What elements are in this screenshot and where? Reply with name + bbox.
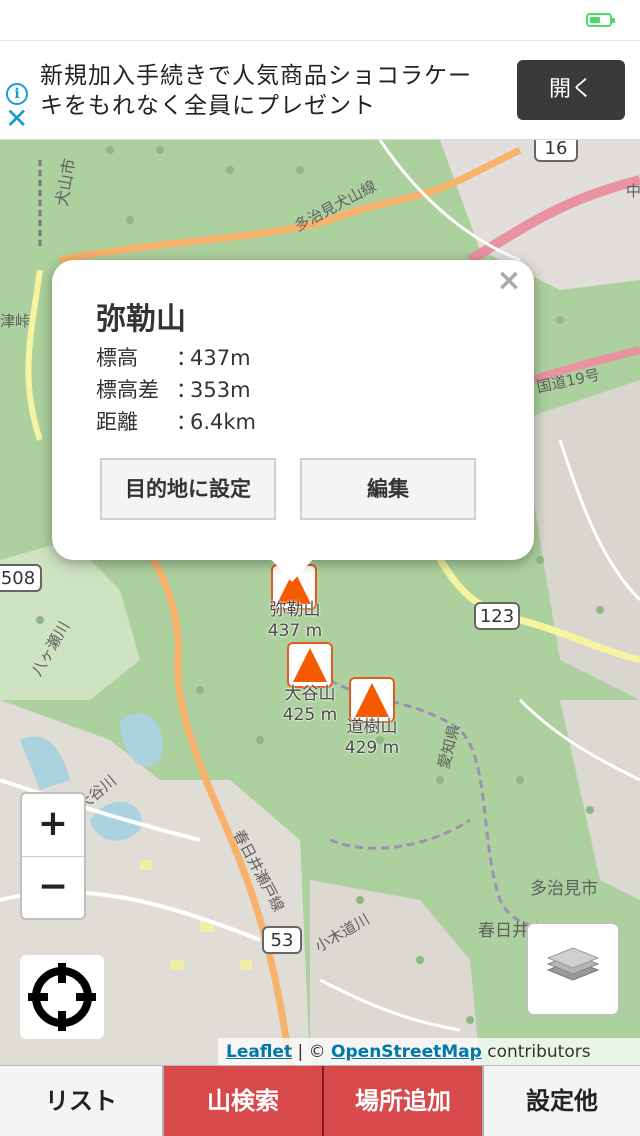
map-attribution: Leaflet | © OpenStreetMap contributors [218, 1038, 640, 1065]
popup-tip [268, 556, 316, 582]
row-value: 353m [190, 378, 251, 402]
leaflet-link[interactable]: Leaflet [226, 1042, 292, 1062]
battery-icon [586, 13, 615, 27]
row-label: 標高差 [96, 378, 159, 402]
row-sep: ： [176, 410, 197, 434]
attribution-separator: | © [292, 1042, 332, 1062]
row-sep: ： [176, 378, 197, 402]
map-label-city: 多治見市 [530, 879, 598, 899]
zoom-control: + − [20, 792, 86, 920]
route-badge: 53 [262, 926, 302, 954]
popup-row-elevation: 標高 ：437m [96, 342, 251, 372]
row-value: 6.4km [190, 410, 257, 434]
layers-button[interactable] [526, 922, 620, 1016]
tab-add-place[interactable]: 場所追加 [324, 1066, 482, 1136]
app-root: i ✕ 新規加入手続きで人気商品ショコラケーキをもれなく全員にプレゼント 開く [0, 0, 640, 1136]
status-bar [0, 0, 640, 40]
route-badge: 16 [534, 140, 578, 162]
ad-open-button[interactable]: 開く [517, 60, 625, 120]
popup-row-distance: 距離 ：6.4km [96, 406, 256, 436]
attribution-suffix: contributors [481, 1042, 591, 1062]
row-label: 距離 [96, 410, 138, 434]
zoom-out-button[interactable]: − [22, 857, 84, 919]
tab-settings[interactable]: 設定他 [484, 1066, 640, 1136]
layers-icon [546, 947, 600, 981]
map-label-edge: 中 [626, 182, 640, 200]
popup-title: 弥勒山 [96, 302, 186, 337]
row-label: 標高 [96, 346, 138, 370]
tab-mountain-search[interactable]: 山検索 [164, 1066, 322, 1136]
close-icon[interactable]: ✕ [5, 105, 29, 133]
popup-row-elevation-gain: 標高差 ：353m [96, 374, 251, 404]
map-label-place: 津峠 [0, 312, 31, 330]
mountain-marker-icon[interactable] [287, 642, 333, 688]
route-badge: 123 [474, 602, 520, 630]
crosshair-icon [28, 963, 96, 1031]
ad-banner[interactable]: i ✕ 新規加入手続きで人気商品ショコラケーキをもれなく全員にプレゼント 開く [0, 40, 640, 140]
bottom-tab-bar: リスト 山検索 場所追加 設定他 [0, 1065, 640, 1136]
row-value: 437m [190, 346, 251, 370]
set-destination-button[interactable]: 目的地に設定 [100, 458, 276, 520]
peak-label: 道樹山 429 m [344, 717, 400, 758]
row-sep: ： [176, 346, 197, 370]
route-badge: 508 [0, 564, 42, 592]
peak-label: 弥勒山 437 m [267, 600, 323, 641]
popup-close-button[interactable]: × [494, 266, 524, 296]
edit-button[interactable]: 編集 [300, 458, 476, 520]
zoom-in-button[interactable]: + [22, 794, 84, 856]
tab-list[interactable]: リスト [0, 1066, 162, 1136]
locate-button[interactable] [20, 955, 104, 1039]
mountain-popup: × 弥勒山 標高 ：437m 標高差 ：353m 距離 ：6.4km 目的地に設定 編… [52, 260, 534, 560]
ad-text[interactable]: 新規加入手続きで人気商品ショコラケーキをもれなく全員にプレゼント [40, 61, 490, 121]
osm-link[interactable]: OpenStreetMap [331, 1042, 482, 1062]
